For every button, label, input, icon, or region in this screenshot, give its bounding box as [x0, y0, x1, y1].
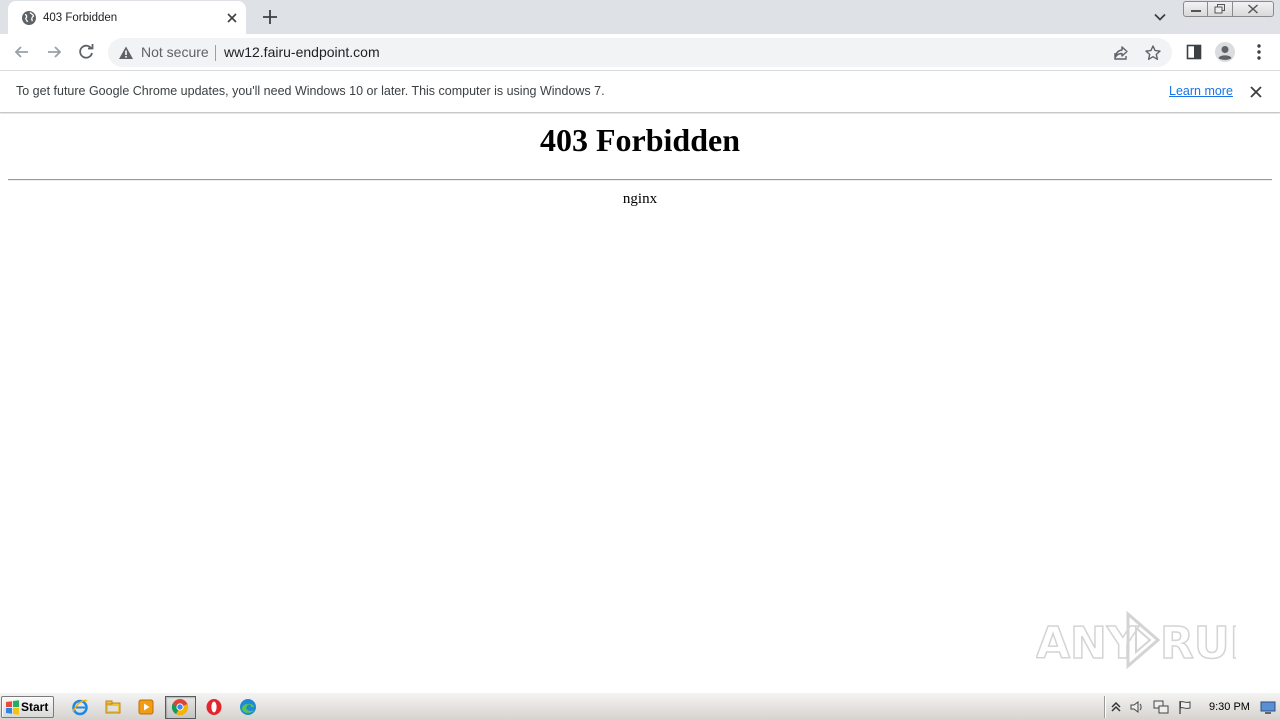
- infobar-message: To get future Google Chrome updates, you…: [16, 84, 605, 98]
- close-icon[interactable]: [224, 10, 240, 26]
- horizontal-rule: [8, 179, 1272, 181]
- side-panel-icon[interactable]: [1183, 41, 1205, 63]
- edge-icon[interactable]: [239, 698, 257, 716]
- chrome-icon[interactable]: [171, 698, 189, 716]
- tray-divider: [1104, 696, 1106, 718]
- security-status[interactable]: Not secure: [141, 44, 209, 61]
- minimize-icon: [1190, 10, 1201, 12]
- internet-explorer-icon[interactable]: [71, 698, 89, 716]
- svg-text:ANY: ANY: [1036, 618, 1140, 669]
- url-text[interactable]: ww12.fairu-endpoint.com: [224, 44, 380, 61]
- new-tab-icon[interactable]: [259, 6, 281, 28]
- profile-avatar-icon[interactable]: [1214, 41, 1236, 63]
- action-center-flag-icon[interactable]: [1177, 699, 1193, 715]
- windows-logo-icon: [6, 700, 19, 715]
- minimize-button[interactable]: [1183, 1, 1208, 17]
- share-icon[interactable]: [1112, 44, 1130, 62]
- update-infobar: To get future Google Chrome updates, you…: [0, 71, 1280, 113]
- tab-title: 403 Forbidden: [43, 12, 118, 24]
- svg-text:RUN: RUN: [1160, 618, 1236, 669]
- restore-button[interactable]: [1208, 1, 1233, 17]
- close-icon[interactable]: [1248, 84, 1264, 100]
- window-close-button[interactable]: [1233, 1, 1274, 17]
- start-button[interactable]: Start: [1, 696, 54, 718]
- file-explorer-icon[interactable]: [104, 698, 122, 716]
- page-title: 403 Forbidden: [539, 122, 741, 158]
- anyrun-watermark-logo: ANY RUN: [1036, 610, 1236, 670]
- learn-more-link[interactable]: Learn more: [1169, 83, 1233, 99]
- warning-icon[interactable]: [118, 45, 134, 61]
- show-desktop-icon[interactable]: [1260, 699, 1276, 715]
- show-hidden-icons-icon[interactable]: [1108, 699, 1124, 715]
- speaker-icon[interactable]: [1129, 699, 1145, 715]
- chevron-down-icon[interactable]: [1151, 8, 1169, 26]
- browser-tab[interactable]: 403 Forbidden: [8, 1, 246, 34]
- network-icon[interactable]: [1153, 699, 1169, 715]
- omnibox-divider: [215, 45, 216, 61]
- start-label: Start: [21, 700, 49, 714]
- page-content: 403 Forbidden nginx: [0, 114, 1280, 692]
- media-player-icon[interactable]: [137, 698, 155, 716]
- globe-icon: [22, 11, 36, 25]
- browser-toolbar: Not secure ww12.fairu-endpoint.com: [0, 34, 1280, 71]
- reload-icon[interactable]: [75, 41, 97, 63]
- forward-arrow-icon[interactable]: [43, 41, 65, 63]
- back-arrow-icon[interactable]: [11, 41, 33, 63]
- server-signature: nginx: [622, 191, 658, 207]
- bookmark-star-icon[interactable]: [1144, 44, 1162, 62]
- close-icon: [1248, 4, 1258, 14]
- restore-icon: [1214, 4, 1225, 14]
- system-clock[interactable]: 9:30 PM: [1209, 700, 1250, 714]
- opera-icon[interactable]: [205, 698, 223, 716]
- address-bar[interactable]: Not secure ww12.fairu-endpoint.com: [108, 38, 1172, 67]
- tab-strip: 403 Forbidden: [0, 0, 1280, 34]
- windows-taskbar: Start 9:30 PM: [0, 692, 1280, 720]
- menu-kebab-icon[interactable]: [1248, 41, 1270, 63]
